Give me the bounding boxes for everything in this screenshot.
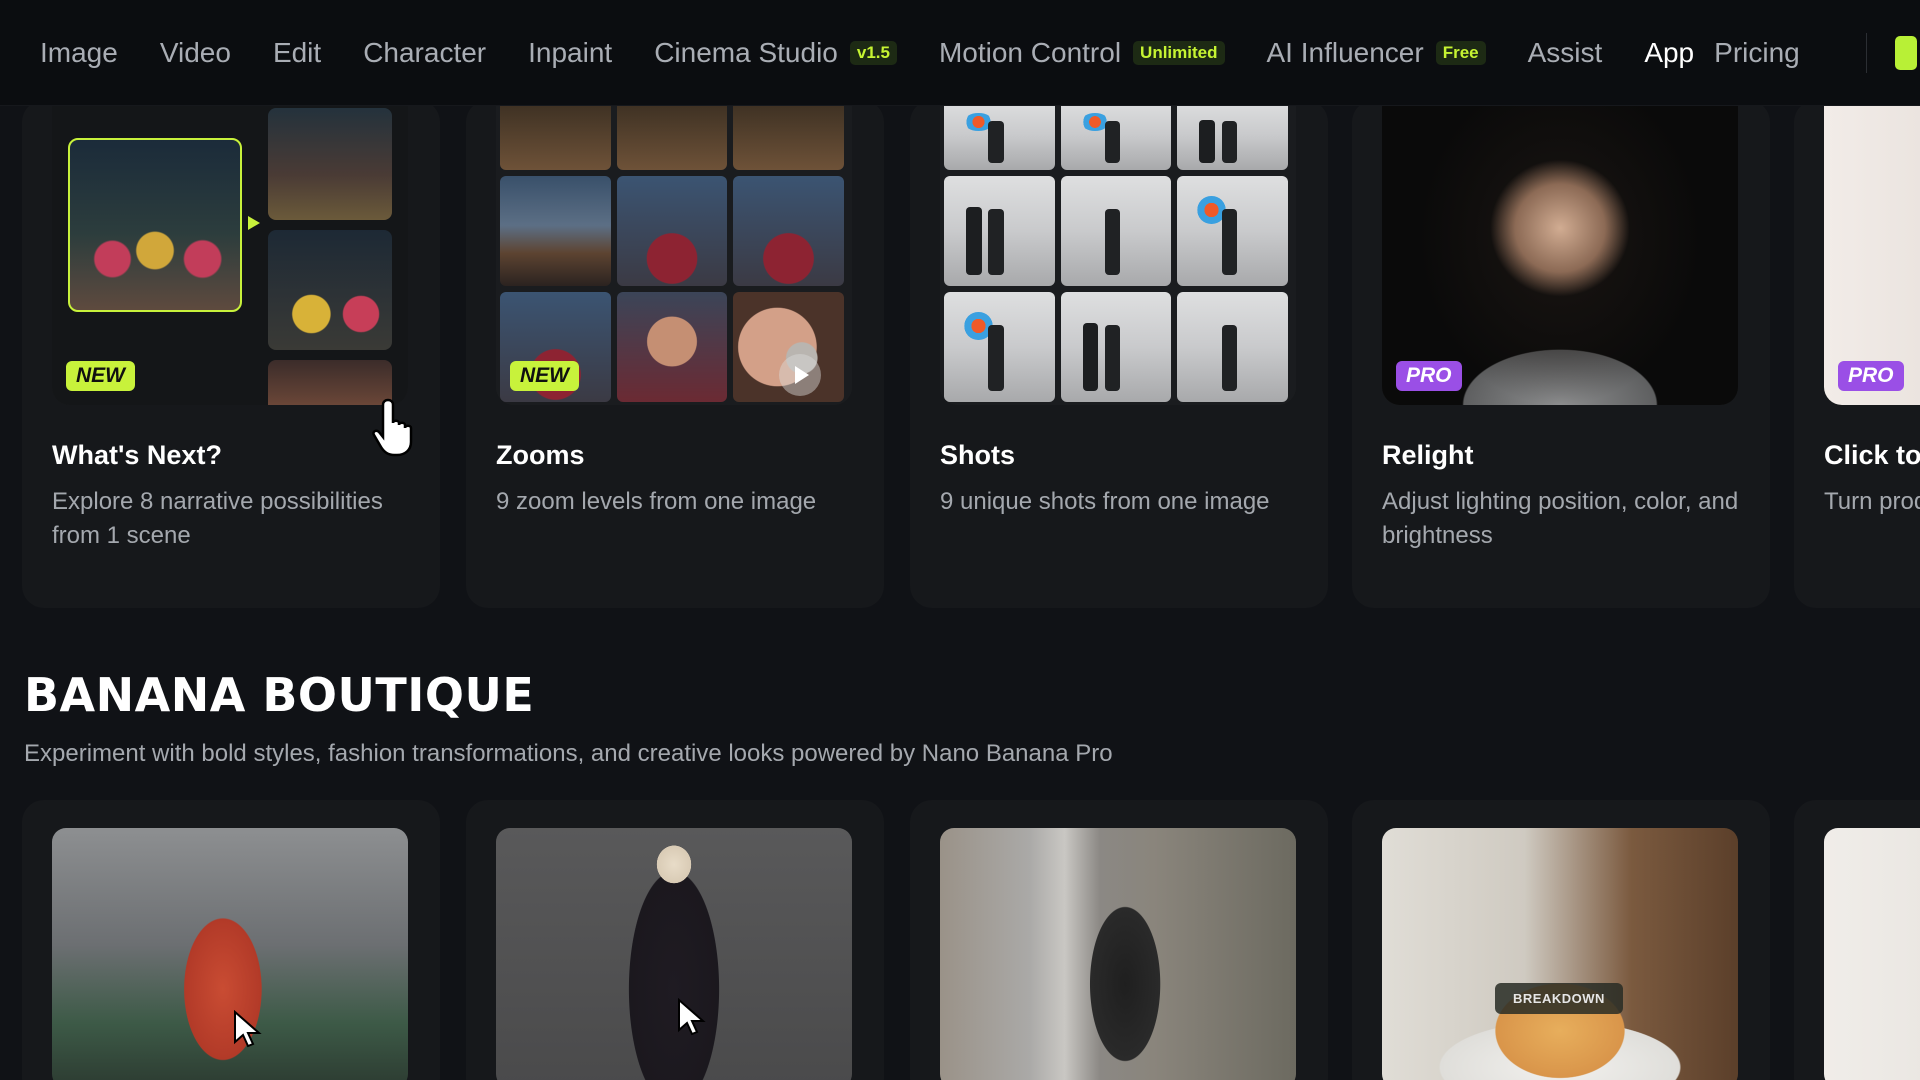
- preview-image: [1382, 100, 1738, 405]
- preview-image: [1382, 828, 1738, 1080]
- page: Image Video Edit Character Inpaint Cinem…: [0, 0, 1920, 1080]
- card-title: Zooms: [496, 440, 585, 470]
- nav-label: Cinema Studio: [654, 36, 838, 68]
- nav-label: App: [1644, 36, 1695, 68]
- boutique-card-4[interactable]: BREAKDOWN: [1352, 800, 1770, 1080]
- card-description: 9 zoom levels from one image: [496, 488, 817, 515]
- card-thumbnail: [940, 100, 1296, 405]
- new-badge: NEW: [510, 361, 579, 391]
- card-thumbnail: NEW: [52, 100, 408, 405]
- tool-card-relight[interactable]: PRO Relight Adjust lighting position, co…: [1352, 100, 1770, 608]
- nav-label: Character: [363, 36, 487, 68]
- card-thumbnail: PRO: [1382, 100, 1738, 405]
- preview-image: [496, 828, 852, 1080]
- pro-badge: PRO: [1838, 361, 1904, 391]
- nav-cta-button[interactable]: [1894, 35, 1917, 70]
- card-thumbnail: [52, 828, 408, 1080]
- version-badge: v1.5: [849, 40, 897, 65]
- arrow-right-icon: [248, 216, 260, 230]
- nav-item-motion-control[interactable]: Motion Control Unlimited: [939, 37, 1225, 69]
- preview-image: [940, 828, 1296, 1080]
- hand-cursor-icon: [372, 398, 413, 457]
- tool-card-zooms[interactable]: NEW Zooms 9 zoom levels from one image: [466, 100, 884, 608]
- card-thumbnail: [496, 828, 852, 1080]
- nav-item-cinema-studio[interactable]: Cinema Studio v1.5: [654, 37, 897, 69]
- nav-item-pricing[interactable]: Pricing: [1714, 37, 1800, 69]
- nav-label: Assist: [1527, 36, 1603, 68]
- card-description: Explore 8 narrative possibilities from 1…: [52, 488, 383, 549]
- card-thumbnail: [940, 828, 1296, 1080]
- boutique-card-3[interactable]: [910, 800, 1328, 1080]
- nav-item-assist[interactable]: Assist: [1528, 37, 1603, 69]
- card-thumbnail: [1824, 828, 1920, 1080]
- preview-image: [68, 138, 242, 312]
- boutique-card-1[interactable]: [22, 800, 440, 1080]
- preview-image: [268, 108, 392, 220]
- nav-label: Image: [40, 36, 118, 68]
- tool-card-whats-next[interactable]: NEW What's Next? Explore 8 narrative pos…: [22, 100, 440, 608]
- nav-item-edit[interactable]: Edit: [273, 37, 321, 69]
- boutique-card-5[interactable]: [1794, 800, 1920, 1080]
- card-title: Relight: [1382, 440, 1474, 470]
- top-nav: Image Video Edit Character Inpaint Cinem…: [0, 0, 1920, 106]
- nav-item-character[interactable]: Character: [363, 37, 486, 69]
- nav-label: Edit: [272, 36, 322, 68]
- nav-divider: [1865, 32, 1867, 73]
- nav-label: AI Influencer: [1266, 36, 1424, 68]
- play-icon[interactable]: [778, 353, 822, 397]
- card-title: Click to: [1824, 440, 1920, 470]
- tool-card-partial[interactable]: PRO Click to Turn prod professio: [1794, 100, 1920, 608]
- nav-item-image[interactable]: Image: [40, 37, 118, 69]
- nav-label: Inpaint: [528, 36, 613, 68]
- free-badge: Free: [1435, 40, 1486, 65]
- card-description: 9 unique shots from one image: [940, 488, 1270, 515]
- pointer-cursor-icon: [234, 1010, 262, 1048]
- nav-label: Pricing: [1714, 36, 1800, 68]
- pro-badge: PRO: [1396, 361, 1462, 391]
- nav-item-video[interactable]: Video: [160, 37, 231, 69]
- unlimited-badge: Unlimited: [1133, 40, 1225, 65]
- card-title: What's Next?: [52, 440, 222, 470]
- preview-image: [52, 828, 408, 1080]
- nav-item-apps[interactable]: App: [1644, 37, 1694, 69]
- nav-label: Motion Control: [938, 36, 1122, 68]
- card-thumbnail: NEW: [496, 100, 852, 405]
- breakdown-label: BREAKDOWN: [1495, 983, 1623, 1014]
- nav-label: Video: [159, 36, 231, 68]
- card-description: Adjust lighting position, color, and bri…: [1382, 488, 1739, 549]
- section-title: BANANA BOUTIQUE: [24, 668, 535, 722]
- section-description: Experiment with bold styles, fashion tra…: [24, 740, 1113, 767]
- new-badge: NEW: [66, 361, 135, 391]
- pointer-cursor-icon: [678, 998, 706, 1036]
- tool-card-shots[interactable]: Shots 9 unique shots from one image: [910, 100, 1328, 608]
- preview-image: [1824, 100, 1920, 405]
- nav-item-inpaint[interactable]: Inpaint: [528, 37, 612, 69]
- card-description: Turn prod professio: [1824, 488, 1920, 515]
- card-thumbnail: PRO: [1824, 100, 1920, 405]
- preview-image: [268, 230, 392, 350]
- card-title: Shots: [940, 440, 1016, 470]
- boutique-card-2[interactable]: [466, 800, 884, 1080]
- nav-item-ai-influencer[interactable]: AI Influencer Free: [1267, 37, 1486, 69]
- preview-image: [1824, 828, 1920, 1080]
- card-thumbnail: BREAKDOWN: [1382, 828, 1738, 1080]
